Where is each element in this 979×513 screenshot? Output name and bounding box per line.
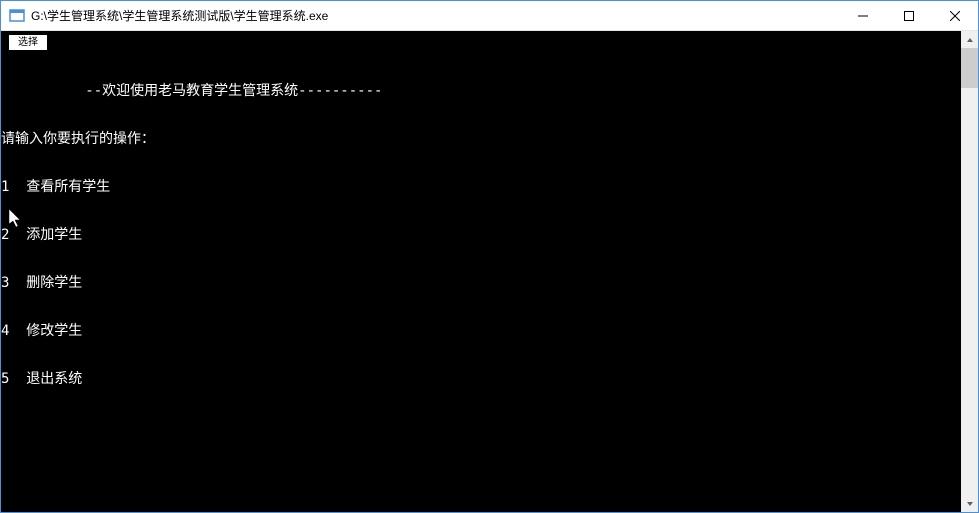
scroll-down-button[interactable] [961,495,978,512]
vertical-scrollbar[interactable] [961,31,978,512]
console-area: 选择 ------------欢迎使用老马教育学生管理系统---------- … [1,31,978,512]
selection-indicator: 选择 [9,35,47,50]
window-title: G:\学生管理系统\学生管理系统测试版\学生管理系统.exe [31,7,840,24]
menu-item-5: 5 退出系统 [1,371,961,387]
menu-item-1: 1 查看所有学生 [1,179,961,195]
titlebar[interactable]: G:\学生管理系统\学生管理系统测试版\学生管理系统.exe [1,1,978,31]
scroll-up-button[interactable] [961,31,978,48]
window-controls [840,1,978,30]
prompt-line: 请输入你要执行的操作： [1,131,961,147]
close-button[interactable] [932,1,978,30]
app-icon [9,8,25,24]
banner-text: --欢迎使用老马教育学生管理系统---------- [85,83,382,99]
minimize-button[interactable] [840,1,886,30]
menu-item-3: 3 删除学生 [1,275,961,291]
console-output[interactable]: 选择 ------------欢迎使用老马教育学生管理系统---------- … [1,31,961,512]
menu-item-2: 2 添加学生 [1,227,961,243]
maximize-button[interactable] [886,1,932,30]
scroll-track[interactable] [961,48,978,495]
menu-item-4: 4 修改学生 [1,323,961,339]
scroll-thumb[interactable] [961,48,978,88]
app-window: G:\学生管理系统\学生管理系统测试版\学生管理系统.exe 选择 ------… [0,0,979,513]
